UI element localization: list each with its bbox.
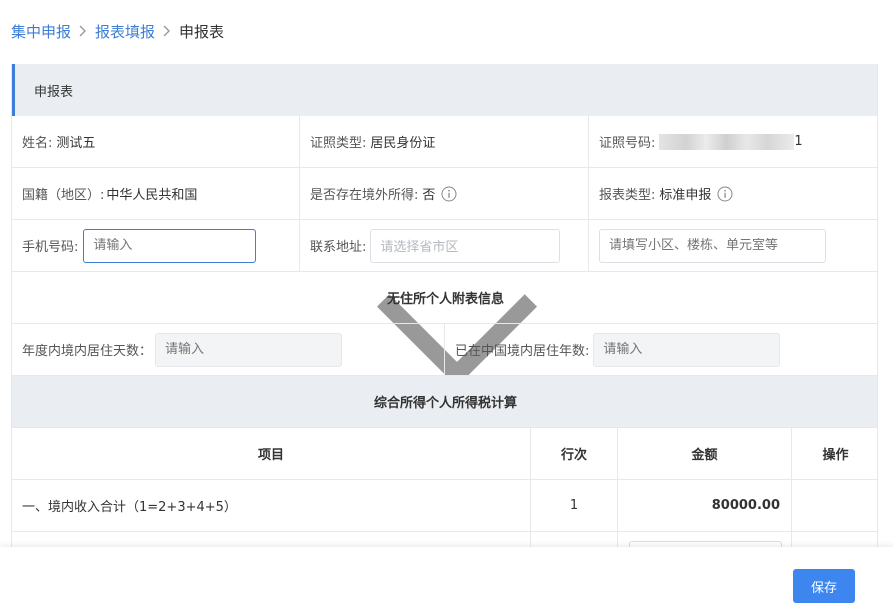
breadcrumb-link-centralized-filing[interactable]: 集中申报 (11, 21, 71, 42)
info-icon[interactable] (717, 186, 733, 202)
nationality-value: 中华人民共和国 (106, 188, 198, 203)
non-resident-title-text: 无住所个人附表信息 (386, 292, 504, 307)
masked-id-number (659, 133, 795, 150)
residence-years-label: 已在中国境内居住年数: (455, 344, 590, 359)
chevron-right-icon (155, 25, 179, 37)
column-header-item: 项目 (12, 428, 531, 479)
residence-days-cell: 年度内境内居住天数： (12, 324, 445, 375)
table-row: 一、境内收入合计（1=2+3+4+5） 1 80000.00 (12, 480, 877, 532)
breadcrumb: 集中申报 报表填报 申报表 (11, 18, 224, 44)
declaration-form: 申报表 姓名: 测试五 证照类型: 居民身份证 证照号码: 1 国籍（地区）: … (11, 64, 878, 564)
tax-calc-section-title: 综合所得个人所得税计算 (12, 376, 877, 428)
phone-cell: 手机号码: (12, 220, 300, 271)
info-icon[interactable] (441, 186, 457, 202)
chevron-down-icon (363, 240, 551, 387)
residence-years-cell: 已在中国境内居住年数: (445, 324, 877, 375)
residence-days-label: 年度内境内居住天数： (22, 344, 153, 359)
id-number-label: 证照号码: (599, 136, 656, 151)
residence-years-input[interactable] (603, 342, 780, 357)
id-number-cell: 证照号码: 1 (589, 116, 877, 167)
residence-days-input-wrapper (155, 332, 343, 367)
phone-input[interactable] (93, 238, 256, 253)
column-header-action: 操作 (822, 448, 849, 463)
non-resident-section-title: 无住所个人附表信息 (12, 272, 877, 324)
non-resident-row: 年度内境内居住天数： 已在中国境内居住年数: (12, 324, 877, 376)
phone-input-wrapper (83, 228, 257, 263)
overseas-income-label: 是否存在境外所得: (310, 188, 419, 203)
section-title: 申报表 (34, 84, 74, 100)
column-header-amount: 金额 (618, 428, 792, 479)
name-value: 测试五 (56, 136, 96, 151)
id-type-label: 证照类型: (310, 136, 367, 151)
breadcrumb-current: 申报表 (179, 22, 225, 41)
id-type-cell: 证照类型: 居民身份证 (300, 116, 589, 167)
residence-days-input[interactable] (165, 342, 342, 357)
column-header-line: 行次 (531, 428, 618, 479)
row-action (792, 480, 877, 531)
overseas-income-value: 否 (422, 188, 436, 203)
footer-bar: 保存 (0, 547, 894, 616)
tax-calc-title-text: 综合所得个人所得税计算 (373, 396, 517, 411)
row-line-number: 1 (531, 480, 618, 531)
id-type-value: 居民身份证 (370, 136, 436, 151)
id-number-suffix: 1 (794, 134, 803, 149)
address-cell: 联系地址: 请选择省市区 (300, 220, 589, 387)
name-cell: 姓名: 测试五 (12, 116, 300, 167)
save-button[interactable]: 保存 (793, 569, 855, 603)
detail-address-cell (589, 220, 877, 271)
breadcrumb-link-report-filling[interactable]: 报表填报 (95, 21, 155, 42)
name-label: 姓名: (22, 136, 53, 151)
section-header: 申报表 (12, 64, 877, 116)
tax-table-header: 项目 行次 金额 操作 (12, 428, 877, 480)
residence-years-input-wrapper (593, 332, 781, 367)
overseas-income-cell: 是否存在境外所得: 否 (300, 168, 589, 219)
info-row-identity: 姓名: 测试五 证照类型: 居民身份证 证照号码: 1 (12, 116, 877, 168)
row-item: 一、境内收入合计（1=2+3+4+5） (12, 480, 531, 531)
row-amount: 80000.00 (618, 480, 792, 531)
info-row-nationality: 国籍（地区）: 中华人民共和国 是否存在境外所得: 否 报表类型: 标准申报 (12, 168, 877, 220)
nationality-cell: 国籍（地区）: 中华人民共和国 (12, 168, 300, 219)
address-label: 联系地址: (310, 240, 367, 255)
nationality-label: 国籍（地区）: (22, 188, 105, 203)
report-type-label: 报表类型: (599, 188, 656, 203)
report-type-value: 标准申报 (659, 188, 712, 203)
detail-address-input-wrapper (599, 228, 826, 263)
info-row-contact: 手机号码: 联系地址: 请选择省市区 (12, 220, 877, 387)
address-select[interactable]: 请选择省市区 (370, 228, 561, 387)
phone-label: 手机号码: (22, 240, 79, 255)
chevron-right-icon (71, 25, 95, 37)
detail-address-input[interactable] (609, 238, 825, 253)
report-type-cell: 报表类型: 标准申报 (589, 168, 877, 219)
